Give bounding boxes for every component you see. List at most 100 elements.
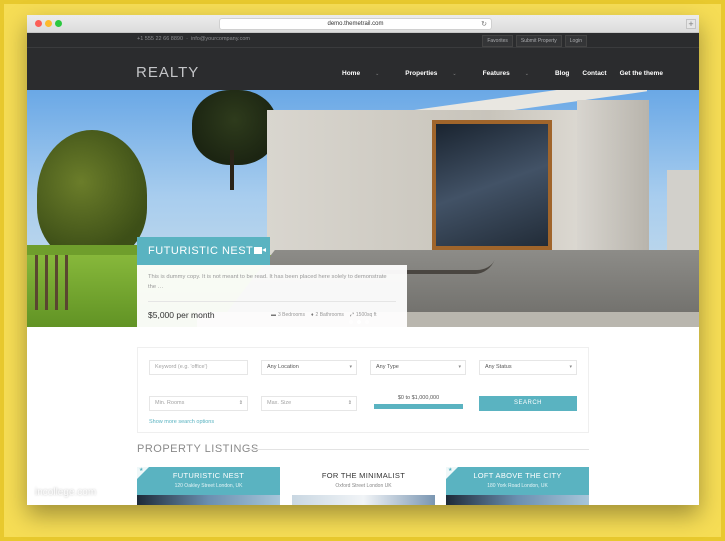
star-icon: ★ xyxy=(139,467,144,473)
login-link[interactable]: Login xyxy=(564,35,587,47)
area-label: 1500sq ft xyxy=(355,312,377,318)
site-logo[interactable]: REALTY xyxy=(136,64,199,81)
bedrooms-label: 3 Bedrooms xyxy=(278,312,305,318)
listing-name: LOFT ABOVE THE CITY xyxy=(473,471,562,480)
hero-property-card[interactable]: This is dummy copy. It is not meant to b… xyxy=(137,265,407,327)
top-bar: +1 555 22 66 8890 · info@yourcompany.com… xyxy=(27,33,699,48)
new-tab-button[interactable]: + xyxy=(686,19,696,29)
reload-icon[interactable]: ↻ xyxy=(481,19,487,30)
tree-image xyxy=(192,90,277,165)
close-window-button[interactable] xyxy=(35,20,42,27)
type-select[interactable]: Any Type ▾ xyxy=(370,360,466,375)
min-rooms-stepper[interactable]: Min. Rooms ⇕ xyxy=(149,396,248,411)
bedrooms-info: ▬ 3 Bedrooms xyxy=(271,312,305,318)
hero-slider[interactable]: FUTURISTIC NEST This is dummy copy. It i… xyxy=(27,90,699,327)
listing-card[interactable]: LOFT ABOVE THE CITY 180 York Road London… xyxy=(446,467,589,505)
listing-card[interactable]: FUTURISTIC NEST 120 Oakley Street London… xyxy=(137,467,280,505)
location-select[interactable]: Any Location ▾ xyxy=(261,360,357,375)
listing-address: 120 Oakley Street London, UK xyxy=(174,483,243,489)
nav-label: Properties xyxy=(405,70,438,77)
stepper-icon[interactable]: ⇕ xyxy=(239,397,243,410)
min-rooms-value: Min. Rooms xyxy=(155,400,185,406)
listing-image xyxy=(446,495,589,505)
listing-name: FUTURISTIC NEST xyxy=(172,471,245,480)
hero-price: $5,000 per month xyxy=(148,310,215,320)
house-windows xyxy=(432,120,552,250)
chevron-down-icon: ⌄ xyxy=(524,71,529,77)
heading-divider xyxy=(249,449,589,450)
search-button[interactable]: SEARCH xyxy=(479,396,577,411)
listing-image xyxy=(292,495,435,505)
chevron-down-icon: ⌄ xyxy=(452,71,457,77)
tree-trunk xyxy=(230,150,234,190)
listing-address: Oxford Street London UK xyxy=(335,483,392,489)
main-nav: Home ⌄ Properties ⌄ Features ⌄ Blog Contact… xyxy=(342,70,676,77)
listings-heading: PROPERTY LISTINGS xyxy=(137,443,259,455)
listing-card-header: LOFT ABOVE THE CITY 180 York Road London… xyxy=(446,467,589,495)
bathrooms-info: ♦ 2 Bathrooms xyxy=(311,312,344,318)
address-bar[interactable]: demo.themetrail.com ↻ xyxy=(219,18,492,30)
favorites-link[interactable]: Favorites xyxy=(482,35,513,47)
nav-item-features[interactable]: Features ⌄ xyxy=(483,70,542,77)
stepper-icon[interactable]: ⇕ xyxy=(348,397,352,410)
fence-post xyxy=(65,255,68,310)
slider-dot-active[interactable] xyxy=(357,320,361,324)
max-size-stepper[interactable]: Max. Size ⇕ xyxy=(261,396,357,411)
location-value: Any Location xyxy=(267,364,299,370)
card-divider xyxy=(148,301,396,302)
nav-label: Home xyxy=(342,70,361,77)
browser-toolbar: demo.themetrail.com ↻ + xyxy=(27,15,699,33)
price-range-label: $0 to $1,000,000 xyxy=(397,395,440,401)
slider-dots xyxy=(349,320,369,324)
nav-item-home[interactable]: Home ⌄ xyxy=(342,70,392,77)
chevron-down-icon: ▾ xyxy=(569,364,572,370)
phone-number: +1 555 22 66 8890 xyxy=(137,36,184,42)
keyword-input[interactable]: Keyword (e.g. 'office') xyxy=(149,360,248,375)
address-bar-url: demo.themetrail.com xyxy=(327,21,384,27)
property-search-form: Keyword (e.g. 'office') Any Location ▾ An… xyxy=(137,347,589,433)
email-address: info@yourcompany.com xyxy=(190,36,250,42)
status-select[interactable]: Any Status ▾ xyxy=(479,360,577,375)
contact-info: +1 555 22 66 8890 · info@yourcompany.com xyxy=(137,36,250,42)
submit-property-link[interactable]: Submit Property xyxy=(515,35,562,47)
price-range-slider[interactable] xyxy=(374,404,463,409)
browser-window: demo.themetrail.com ↻ + +1 555 22 66 889… xyxy=(27,15,699,505)
slider-dot[interactable] xyxy=(365,320,369,324)
chevron-down-icon: ▾ xyxy=(349,364,352,370)
maximize-window-button[interactable] xyxy=(55,20,62,27)
listing-card-header: FOR THE MINIMALIST Oxford Street London … xyxy=(292,467,435,495)
listing-address: 180 York Road London, UK xyxy=(487,483,548,489)
area-info: ⤢ 1500sq ft xyxy=(350,312,377,318)
nav-item-blog[interactable]: Blog xyxy=(555,70,569,77)
site-header: REALTY Home ⌄ Properties ⌄ Features ⌄ Blog … xyxy=(27,48,699,90)
tree-image-left xyxy=(37,130,147,260)
status-value: Any Status xyxy=(485,364,512,370)
nav-item-get-theme[interactable]: Get the theme xyxy=(620,70,663,77)
hero-meta: ▬ 3 Bedrooms ♦ 2 Bathrooms ⤢ 1500sq ft xyxy=(271,312,376,318)
top-links: Favorites Submit Property Login xyxy=(482,35,587,47)
max-size-value: Max. Size xyxy=(267,400,292,406)
hero-description: This is dummy copy. It is not meant to b… xyxy=(148,274,387,290)
listing-card-header: FUTURISTIC NEST 120 Oakley Street London… xyxy=(137,467,280,495)
chevron-down-icon: ⌄ xyxy=(375,71,380,77)
nav-item-contact[interactable]: Contact xyxy=(582,70,606,77)
drop-icon: ♦ xyxy=(310,312,314,318)
more-search-options-link[interactable]: Show more search options xyxy=(149,419,214,425)
nav-item-properties[interactable]: Properties ⌄ xyxy=(405,70,469,77)
bathrooms-label: 2 Bathrooms xyxy=(315,312,344,318)
listing-card[interactable]: FOR THE MINIMALIST Oxford Street London … xyxy=(292,467,435,505)
watermark-text: incollege.com xyxy=(35,487,97,498)
hero-property-title[interactable]: FUTURISTIC NEST xyxy=(137,237,270,265)
slider-dot[interactable] xyxy=(349,320,353,324)
fence-post xyxy=(35,255,38,310)
resize-icon: ⤢ xyxy=(349,312,354,318)
video-camera-icon[interactable] xyxy=(254,247,266,254)
listing-image xyxy=(137,495,280,505)
fence-post xyxy=(45,255,48,310)
chevron-down-icon: ▾ xyxy=(458,364,461,370)
nav-label: Features xyxy=(482,70,510,77)
star-icon: ★ xyxy=(448,467,453,473)
listing-name: FOR THE MINIMALIST xyxy=(321,471,406,480)
minimize-window-button[interactable] xyxy=(45,20,52,27)
fence-post xyxy=(55,255,58,310)
